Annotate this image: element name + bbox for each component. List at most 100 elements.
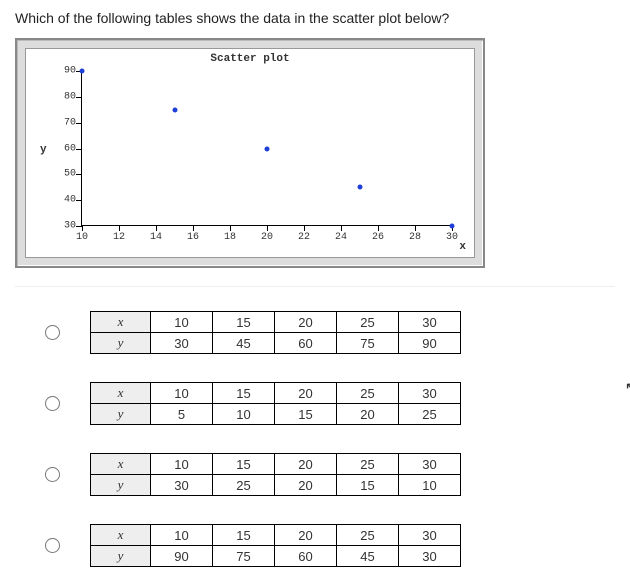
data-point — [80, 69, 85, 74]
data-point — [172, 107, 177, 112]
x-tick — [267, 225, 268, 231]
cell: 10 — [213, 404, 275, 425]
cell: 30 — [399, 312, 461, 333]
y-tick-label: 50 — [54, 169, 76, 180]
x-tick — [341, 225, 342, 231]
cell: 60 — [275, 546, 337, 567]
cell: 25 — [399, 404, 461, 425]
cell: 60 — [275, 333, 337, 354]
cell: 15 — [275, 404, 337, 425]
x-tick-label: 14 — [150, 232, 162, 243]
cell: 75 — [213, 546, 275, 567]
cursor-icon: ↖ — [625, 378, 630, 398]
radio-button[interactable] — [45, 396, 60, 411]
x-tick — [415, 225, 416, 231]
y-tick — [76, 200, 82, 201]
answer-options: x1015202530y3045607590x1015202530y510152… — [15, 311, 615, 567]
x-tick-label: 28 — [409, 232, 421, 243]
cell: 20 — [275, 525, 337, 546]
cell: 15 — [213, 525, 275, 546]
cell: 30 — [399, 525, 461, 546]
cell: 30 — [399, 546, 461, 567]
row-header: x — [91, 383, 151, 404]
x-axis-label: x — [459, 241, 466, 253]
cell: 90 — [151, 546, 213, 567]
cell: 45 — [337, 546, 399, 567]
y-tick-label: 60 — [54, 143, 76, 154]
cell: 25 — [337, 312, 399, 333]
x-tick — [378, 225, 379, 231]
answer-option[interactable]: x1015202530y3045607590 — [45, 311, 615, 354]
cell: 15 — [213, 454, 275, 475]
x-tick-label: 26 — [372, 232, 384, 243]
cell: 25 — [337, 383, 399, 404]
question-text: Which of the following tables shows the … — [15, 10, 615, 26]
x-tick-label: 22 — [298, 232, 310, 243]
cell: 90 — [399, 333, 461, 354]
option-table: x1015202530y3025201510 — [90, 453, 461, 496]
y-tick-label: 30 — [54, 221, 76, 232]
y-tick — [76, 149, 82, 150]
cell: 15 — [213, 383, 275, 404]
y-tick-label: 80 — [54, 91, 76, 102]
data-point — [357, 185, 362, 190]
y-tick — [76, 174, 82, 175]
row-header: x — [91, 525, 151, 546]
data-point — [265, 146, 270, 151]
y-tick-label: 40 — [54, 195, 76, 206]
x-tick-label: 16 — [187, 232, 199, 243]
x-tick-label: 20 — [261, 232, 273, 243]
cell: 75 — [337, 333, 399, 354]
cell: 20 — [275, 383, 337, 404]
cell: 25 — [337, 525, 399, 546]
option-table: x1015202530y3045607590 — [90, 311, 461, 354]
cell: 10 — [151, 383, 213, 404]
x-tick-label: 30 — [446, 232, 458, 243]
x-tick — [82, 225, 83, 231]
answer-option[interactable]: x1015202530y3025201510 — [45, 453, 615, 496]
radio-button[interactable] — [45, 538, 60, 553]
row-header: y — [91, 404, 151, 425]
cell: 10 — [151, 454, 213, 475]
cell: 10 — [151, 525, 213, 546]
cell: 20 — [337, 404, 399, 425]
answer-option[interactable]: x1015202530y510152025 — [45, 382, 615, 425]
x-tick — [230, 225, 231, 231]
x-tick-label: 24 — [335, 232, 347, 243]
cell: 10 — [151, 312, 213, 333]
cell: 30 — [151, 475, 213, 496]
plot-area: 304050607080901012141618202224262830 — [81, 71, 451, 226]
scatter-plot: Scatter plot y x 30405060708090101214161… — [25, 48, 475, 258]
cell: 45 — [213, 333, 275, 354]
x-tick-label: 12 — [113, 232, 125, 243]
row-header: x — [91, 312, 151, 333]
x-tick-label: 10 — [76, 232, 88, 243]
y-tick — [76, 123, 82, 124]
x-tick — [156, 225, 157, 231]
option-table: x1015202530 y9075604530 — [90, 524, 461, 567]
cell: 30 — [399, 454, 461, 475]
cell: 30 — [399, 383, 461, 404]
radio-button[interactable] — [45, 467, 60, 482]
y-tick-label: 90 — [54, 66, 76, 77]
y-tick — [76, 97, 82, 98]
answer-option[interactable]: x1015202530 y9075604530 — [45, 524, 615, 567]
x-tick — [119, 225, 120, 231]
cell: 20 — [275, 312, 337, 333]
cell: 30 — [151, 333, 213, 354]
x-tick — [304, 225, 305, 231]
chart-container: Scatter plot y x 30405060708090101214161… — [15, 38, 485, 268]
row-header: x — [91, 454, 151, 475]
row-header: y — [91, 546, 151, 567]
data-point — [450, 224, 455, 229]
x-tick-label: 18 — [224, 232, 236, 243]
radio-button[interactable] — [45, 325, 60, 340]
chart-title: Scatter plot — [26, 49, 474, 69]
option-table: x1015202530y510152025 — [90, 382, 461, 425]
cell: 15 — [337, 475, 399, 496]
y-tick-label: 70 — [54, 117, 76, 128]
row-header: y — [91, 333, 151, 354]
cell: 5 — [151, 404, 213, 425]
row-header: y — [91, 475, 151, 496]
cell: 25 — [213, 475, 275, 496]
